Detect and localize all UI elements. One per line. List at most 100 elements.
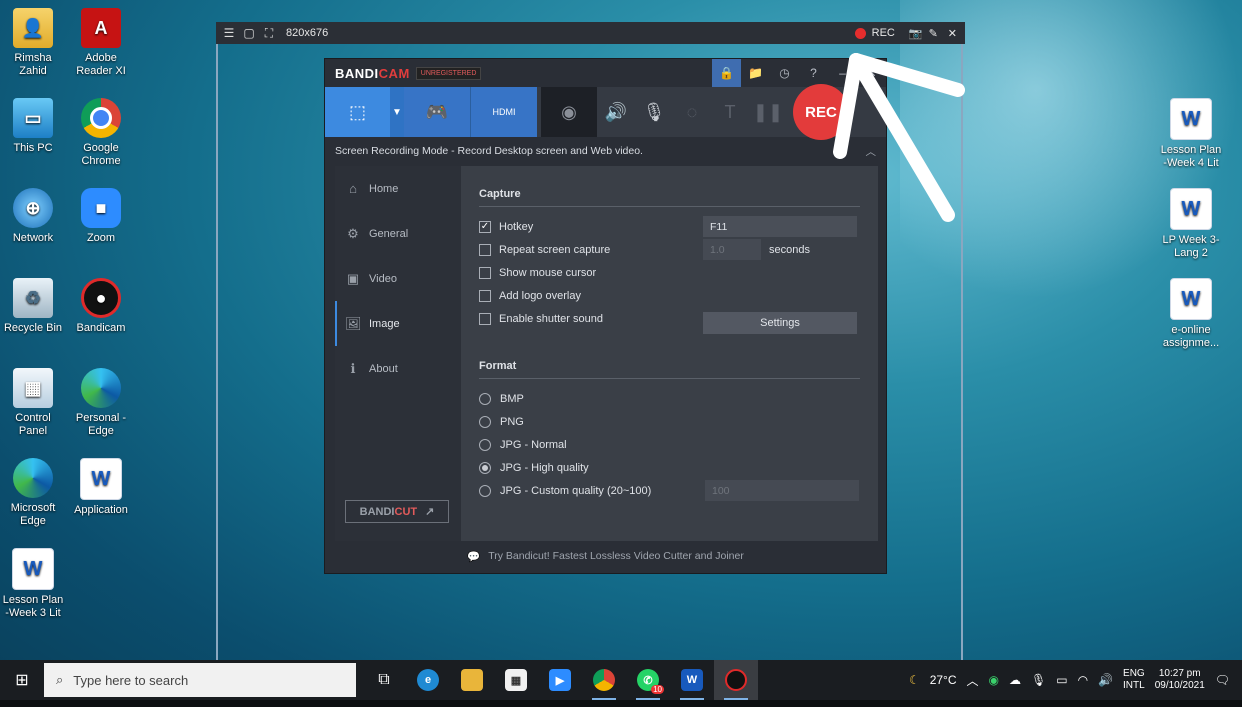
shutter-sound-checkbox[interactable] [479,312,491,325]
sidebar-item-general[interactable]: ⚙ General [335,211,461,256]
taskbar-chrome[interactable] [582,660,626,700]
format-label: JPG - Custom quality (20~100) [500,484,652,497]
language-indicator[interactable]: ENG INTL [1123,668,1145,692]
camera-icon[interactable]: 📷 [909,27,923,40]
taskbar-store[interactable]: ▦ [494,660,538,700]
desktop-icon-rimsha-zahid[interactable]: 👤 Rimsha Zahid [0,8,66,78]
microphone-button[interactable]: 🎙 [635,87,673,137]
mouse-cursor-row: Show mouse cursor [479,261,860,284]
format-radio[interactable] [479,392,491,405]
taskbar-bandicam[interactable] [714,660,758,700]
menu-icon[interactable]: ☰ [222,26,236,40]
webcam-button[interactable]: ◉ [541,87,597,137]
settings-sidebar: ⌂ Home ⚙ General ▣ Video 🖼 Image ℹ About… [335,166,461,541]
sidebar-item-image[interactable]: 🖼 Image [335,301,461,346]
select-region-icon[interactable]: ⛶ [262,26,276,40]
cloud-icon[interactable]: ☁ [1009,673,1021,687]
format-option-bmp[interactable]: BMP [479,387,860,410]
clock[interactable]: 10:27 pm 09/10/2021 [1155,668,1205,692]
lock-icon[interactable]: 🔒 [712,59,741,87]
mode-dropdown-button[interactable]: ▼ [390,87,404,137]
hotkey-checkbox[interactable]: ✓ [479,220,491,233]
screen-mode-button[interactable]: ⬚ [325,87,390,137]
windows-start-icon[interactable]: ⊞ [0,660,44,700]
desktop-icon-personal-edge[interactable]: Personal - Edge [68,368,134,438]
chevron-up-icon[interactable]: ︿ [967,672,979,689]
logo-overlay-checkbox[interactable] [479,289,491,302]
weather-moon-icon[interactable]: ☾ [909,673,920,687]
desktop-icon-adobe-reader[interactable]: A Adobe Reader XI [68,8,134,78]
rec-button[interactable]: REC [872,27,895,39]
taskbar-file-explorer[interactable] [450,660,494,700]
recording-size[interactable]: 820x676 [286,27,328,39]
green-status-icon[interactable]: ◉ [989,673,999,687]
format-option-jpg-normal[interactable]: JPG - Normal [479,433,860,456]
desktop-icon-lp-week3-lang2[interactable]: W LP Week 3-Lang 2 [1158,188,1224,260]
volume-icon[interactable]: 🔊 [1098,673,1113,687]
desktop-icon-network[interactable]: ⊕ Network [0,188,66,245]
speaker-button[interactable]: 🔊 [597,87,635,137]
close-icon[interactable]: ✕ [948,27,957,40]
desktop-icon-control-panel[interactable]: ▦ Control Panel [0,368,66,438]
desktop-icon-this-pc[interactable]: ▭ This PC [0,98,66,155]
search-icon: ⌕ [56,672,64,687]
format-option-png[interactable]: PNG [479,410,860,433]
pause-button[interactable]: ❚❚ [749,87,787,137]
sidebar-item-label: General [369,227,409,240]
desktop-icon-google-chrome[interactable]: Google Chrome [68,98,134,168]
taskbar-whatsapp[interactable]: ✆ 10 [626,660,670,700]
settings-button[interactable]: Settings [703,311,857,334]
task-view-icon: ⧉ [378,671,390,688]
wifi-icon[interactable]: ◠ [1078,673,1088,687]
format-radio[interactable] [479,415,491,428]
format-option-jpg-high[interactable]: JPG - High quality [479,456,860,479]
desktop-icon-e-online-assignment[interactable]: W e-online assignme... [1158,278,1224,350]
bandicut-promo-text: Try Bandicut! Fastest Lossless Video Cut… [488,550,744,562]
unregistered-badge[interactable]: UNREGISTERED [415,66,482,80]
text-icon: T [724,101,736,122]
folder-icon [461,669,483,691]
desktop-icon-bandicam[interactable]: ● Bandicam [68,278,134,335]
weather-temp[interactable]: 27°C [930,673,957,687]
desktop-icon-application[interactable]: W Application [68,458,134,517]
repeat-interval-field[interactable]: 1.0 [703,239,761,260]
taskbar-search[interactable]: ⌕ Type here to search [44,663,356,697]
text-button[interactable]: T [711,87,749,137]
bandicut-promo-bar[interactable]: 💬 Try Bandicut! Fastest Lossless Video C… [325,539,886,573]
sidebar-item-about[interactable]: ℹ About [335,346,461,391]
notification-icon[interactable]: 🗨 [1215,673,1230,687]
sidebar-item-video[interactable]: ▣ Video [335,256,461,301]
clock-icon[interactable]: ◷ [770,59,799,87]
desktop-icon-recycle-bin[interactable]: ♻ Recycle Bin [0,278,66,335]
mouse-effect-button[interactable]: ◌ [673,87,711,137]
device-mode-button[interactable]: HDMI [470,87,537,137]
task-view-button[interactable]: ⧉ [362,660,406,700]
taskbar-zoom[interactable]: ▶ [538,660,582,700]
format-radio[interactable] [479,438,491,451]
sidebar-item-home[interactable]: ⌂ Home [335,166,461,211]
desktop-icon-microsoft-edge[interactable]: Microsoft Edge [0,458,66,528]
microphone-icon[interactable]: 🎙 [1031,673,1046,687]
format-radio[interactable] [479,484,491,497]
format-option-jpg-custom[interactable]: JPG - Custom quality (20~100) 100 [479,479,860,502]
control-panel-icon: ▦ [13,368,53,408]
battery-icon[interactable]: ▭ [1056,673,1067,687]
folder-icon[interactable]: 📁 [741,59,770,87]
bandicam-titlebar: BANDICAM UNREGISTERED 🔒 📁 ◷ ? – ✕ [325,59,886,87]
mouse-cursor-checkbox[interactable] [479,266,491,279]
desktop-icon-label: Google Chrome [81,142,121,167]
window-icon[interactable]: ▢ [242,26,256,40]
desktop-icon-lesson-plan-week4[interactable]: W Lesson Plan -Week 4 Lit [1158,98,1224,170]
taskbar-edge[interactable]: e [406,660,450,700]
desktop-icon-lesson-plan-week3[interactable]: W Lesson Plan -Week 3 Lit [0,548,66,620]
desktop-icon-zoom[interactable]: ■ Zoom [68,188,134,245]
repeat-capture-checkbox[interactable] [479,243,491,256]
speaker-icon: 🔊 [604,101,628,122]
image-icon: 🖼 [345,315,362,331]
format-radio-selected[interactable] [479,461,491,474]
pencil-icon[interactable]: ✎ [929,27,938,40]
custom-quality-field[interactable]: 100 [705,480,859,501]
bandicut-button[interactable]: BANDICUT ↗ [345,500,449,523]
game-mode-button[interactable]: 🎮 [404,87,470,137]
taskbar-word[interactable]: W [670,660,714,700]
